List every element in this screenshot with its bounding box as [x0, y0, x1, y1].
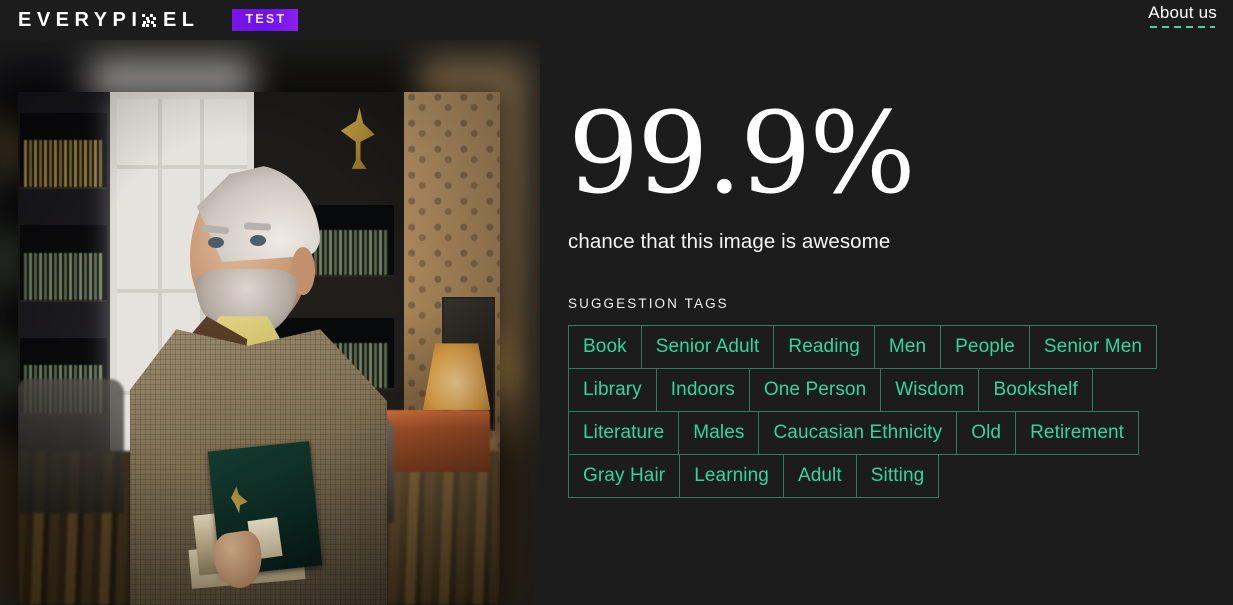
suggestion-tag[interactable]: Bookshelf [978, 368, 1093, 412]
test-badge[interactable]: TEST [231, 8, 299, 32]
suggestion-tag[interactable]: Caucasian Ethnicity [758, 411, 958, 455]
everypixel-page: EVERYPI EL TEST About us 99.9% chance th… [0, 0, 1233, 605]
suggestion-tag[interactable]: Learning [679, 454, 784, 498]
suggestion-tag[interactable]: Men [873, 325, 942, 369]
results-panel: 99.9% chance that this image is awesome … [568, 40, 1218, 605]
suggestion-tag[interactable]: Indoors [655, 368, 750, 412]
suggestion-tag[interactable]: Literature [568, 411, 680, 455]
about-us-label: About us [1148, 3, 1217, 22]
suggestion-tag[interactable]: Library [568, 368, 657, 412]
about-us-link[interactable]: About us [1148, 3, 1217, 29]
scene-armchair [18, 379, 125, 513]
pixelated-x-icon [142, 13, 157, 28]
suggestion-tag[interactable]: People [940, 325, 1030, 369]
suggestion-tag[interactable]: Males [678, 411, 760, 455]
awesomeness-score: 99.9% [568, 89, 916, 219]
about-us-underline [1150, 26, 1215, 29]
suggestion-tag[interactable]: Sitting [855, 454, 940, 498]
scene-person [124, 174, 423, 605]
suggestion-tag[interactable]: Book [568, 325, 642, 369]
site-header: EVERYPI EL TEST About us [0, 0, 1233, 40]
scene-bookshelf [20, 112, 108, 190]
uploaded-image[interactable] [18, 92, 500, 605]
image-scene [18, 92, 500, 605]
suggestion-tags-heading: SUGGESTION TAGS [568, 296, 729, 311]
brand-logo[interactable]: EVERYPI EL TEST [18, 8, 299, 32]
suggestion-tag[interactable]: Wisdom [880, 368, 980, 412]
suggestion-tag[interactable]: Senior Adult [640, 325, 775, 369]
suggestion-tag[interactable]: Senior Men [1028, 325, 1158, 369]
suggestion-tag[interactable]: Gray Hair [568, 454, 681, 498]
suggestion-tag[interactable]: Reading [773, 325, 875, 369]
suggestion-tag[interactable]: Adult [782, 454, 857, 498]
logo-text-first: EVERYPI [18, 9, 143, 31]
suggestion-tag[interactable]: Old [956, 411, 1017, 455]
awesomeness-caption: chance that this image is awesome [568, 230, 891, 253]
logo-text: EVERYPI EL [18, 10, 200, 30]
suggestion-tag[interactable]: One Person [748, 368, 882, 412]
suggestion-tags-list: Book Senior Adult Reading Men People Senior M… [568, 325, 1193, 498]
logo-text-last: EL [162, 9, 200, 31]
scene-bookshelf [20, 225, 108, 303]
suggestion-tag[interactable]: Retirement [1015, 411, 1140, 455]
uploaded-image-area [0, 40, 540, 605]
